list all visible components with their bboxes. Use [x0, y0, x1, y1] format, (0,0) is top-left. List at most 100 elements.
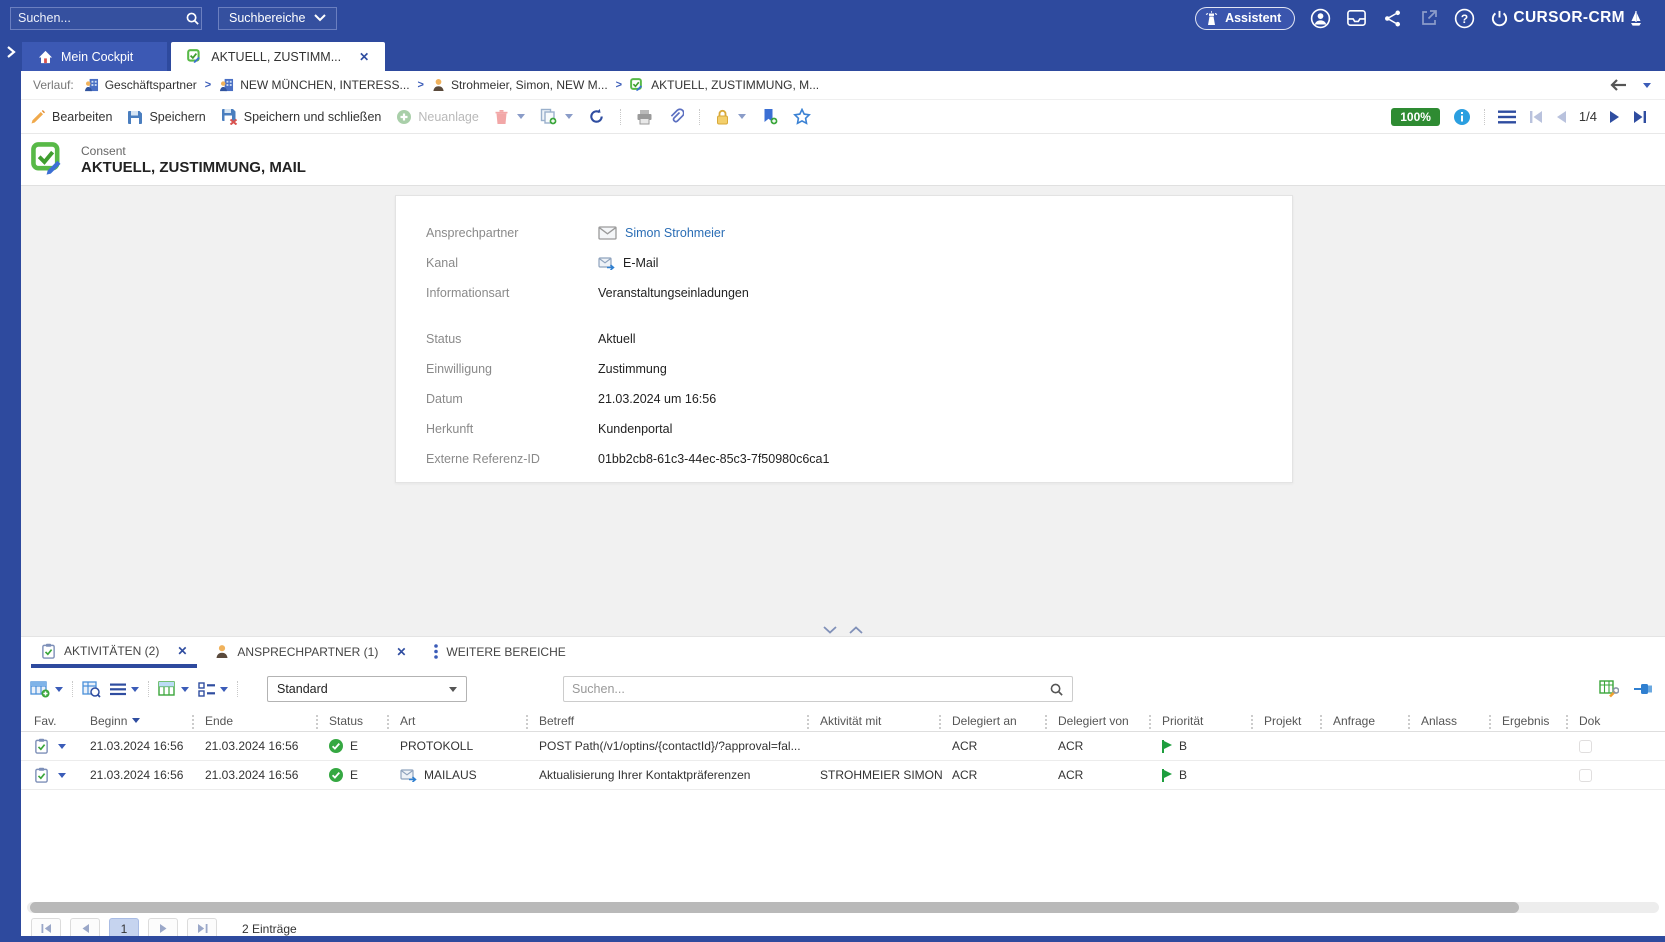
tab-weitere-bereiche[interactable]: WEITERE BEREICHE	[420, 644, 579, 668]
column-projekt[interactable]: Projekt	[1264, 714, 1333, 728]
column-aktivitaet-mit[interactable]: Aktivität mit	[820, 714, 952, 728]
close-tab-icon[interactable]: ✕	[177, 644, 187, 658]
inbox-tray-icon[interactable]	[1346, 8, 1367, 29]
speichern-und-schliessen-button[interactable]: Speichern und schließen	[221, 108, 382, 125]
grid-menu-dropdown-icon[interactable]	[131, 687, 139, 692]
layout-mode-button[interactable]	[198, 682, 228, 697]
favorite-button[interactable]	[793, 108, 811, 125]
column-dok[interactable]: Dok	[1579, 714, 1665, 728]
ansprechpartner-value[interactable]: Simon Strohmeier	[625, 226, 725, 240]
view-select[interactable]: Standard	[267, 676, 467, 702]
column-ende[interactable]: Ende	[205, 714, 329, 728]
column-status[interactable]: Status	[329, 714, 400, 728]
bearbeiten-button[interactable]: Bearbeiten	[30, 109, 112, 125]
help-icon[interactable]: ?	[1454, 8, 1475, 29]
row-actions-dropdown-icon[interactable]	[58, 773, 66, 778]
grid-settings-icon[interactable]	[1599, 680, 1619, 698]
column-art[interactable]: Art	[400, 714, 539, 728]
delegiert-an-cell: ACR	[952, 768, 1058, 782]
speichern-button[interactable]: Speichern	[127, 109, 205, 125]
bookmark-button[interactable]	[761, 108, 778, 125]
delete-dropdown-icon[interactable]	[517, 114, 525, 119]
history-dropdown-icon[interactable]	[1643, 83, 1651, 88]
tab-aktivitaeten[interactable]: AKTIVITÄTEN (2) ✕	[27, 643, 201, 668]
row-actions-dropdown-icon[interactable]	[58, 744, 66, 749]
horizontal-scrollbar[interactable]	[27, 902, 1659, 913]
activity-clipboard-icon	[34, 767, 49, 783]
dok-checkbox[interactable]	[1579, 740, 1592, 753]
info-icon[interactable]	[1453, 108, 1471, 126]
column-delegiert-an[interactable]: Delegiert an	[952, 714, 1058, 728]
fav-cell[interactable]	[34, 738, 90, 754]
data-quality-badge[interactable]: 100%	[1391, 108, 1440, 126]
breadcrumb-item-consent[interactable]: AKTUELL, ZUSTIMMUNG, M...	[630, 78, 819, 93]
fav-cell[interactable]	[34, 767, 90, 783]
search-in-grid-button[interactable]	[82, 681, 101, 698]
tab-ansprechpartner[interactable]: ANSPRECHPARTNER (1) ✕	[201, 644, 420, 668]
field-value-link[interactable]: Simon Strohmeier	[598, 226, 725, 240]
column-delegiert-von[interactable]: Delegiert von	[1058, 714, 1162, 728]
next-record-icon[interactable]	[1610, 111, 1620, 123]
global-search-input[interactable]	[18, 11, 179, 25]
beginn-cell: 21.03.2024 16:56	[90, 739, 205, 753]
view-select-value: Standard	[277, 682, 328, 696]
search-icon[interactable]	[1049, 682, 1064, 697]
view-mode-dropdown-icon[interactable]	[181, 687, 189, 692]
column-betreff[interactable]: Betreff	[539, 714, 820, 728]
copy-dropdown-icon[interactable]	[565, 114, 573, 119]
new-activity-dropdown-icon[interactable]	[55, 687, 63, 692]
column-prioritaet[interactable]: Priorität	[1162, 714, 1264, 728]
close-tab-icon[interactable]: ✕	[396, 645, 406, 659]
first-record-icon[interactable]	[1529, 111, 1543, 123]
collapse-down-icon[interactable]	[823, 626, 837, 634]
aktivitaet-mit-cell: STROHMEIER SIMON	[820, 768, 952, 782]
assistent-button[interactable]: Assistent	[1195, 7, 1295, 30]
dok-checkbox[interactable]	[1579, 769, 1592, 782]
lock-button[interactable]	[715, 109, 746, 125]
suchbereiche-dropdown[interactable]: Suchbereiche	[218, 7, 337, 30]
refresh-button[interactable]	[588, 108, 605, 125]
breadcrumb-item-geschaeftspartner[interactable]: Geschäftspartner	[84, 78, 197, 92]
tab-consent-record[interactable]: AKTUELL, ZUSTIMM... ✕	[171, 42, 385, 71]
lock-dropdown-icon[interactable]	[738, 114, 746, 119]
copy-button[interactable]	[540, 108, 573, 125]
menu-icon[interactable]	[1498, 110, 1516, 124]
scrollbar-thumb[interactable]	[30, 902, 1519, 913]
home-icon	[38, 50, 53, 64]
breadcrumb-item-account[interactable]: NEW MÜNCHEN, INTERESS...	[219, 78, 409, 92]
new-activity-button[interactable]	[30, 681, 63, 698]
open-external-icon[interactable]	[1418, 8, 1439, 29]
attachment-button[interactable]	[668, 108, 684, 125]
collapsed-sidebar[interactable]	[0, 36, 21, 942]
expand-up-icon[interactable]	[849, 626, 863, 634]
neuanlage-button[interactable]: Neuanlage	[396, 109, 478, 125]
grid-menu-button[interactable]	[110, 683, 139, 696]
share-icon[interactable]	[1382, 8, 1403, 29]
panel-splitter[interactable]	[21, 623, 1665, 637]
delegiert-von-cell: ACR	[1058, 739, 1162, 753]
breadcrumb-item-contact[interactable]: Strohmeier, Simon, NEW M...	[432, 78, 608, 92]
power-icon[interactable]	[1490, 9, 1509, 28]
email-channel-icon	[598, 257, 615, 270]
delegiert-an-cell: ACR	[952, 739, 1058, 753]
layout-dropdown-icon[interactable]	[220, 687, 228, 692]
grid-search-box[interactable]	[563, 676, 1073, 702]
table-row[interactable]: 21.03.2024 16:56 21.03.2024 16:56 E PROT…	[21, 732, 1665, 761]
back-arrow-icon[interactable]	[1610, 79, 1627, 91]
expand-sidebar-icon[interactable]	[5, 45, 17, 59]
table-row[interactable]: 21.03.2024 16:56 21.03.2024 16:56 E MAIL…	[21, 761, 1665, 790]
search-icon[interactable]	[185, 8, 200, 29]
column-beginn[interactable]: Beginn	[90, 714, 205, 728]
tab-mein-cockpit[interactable]: Mein Cockpit	[22, 42, 167, 71]
pin-icon[interactable]	[1633, 683, 1653, 695]
print-button[interactable]	[636, 109, 653, 125]
last-record-icon[interactable]	[1633, 111, 1647, 123]
previous-record-icon[interactable]	[1556, 111, 1566, 123]
global-search-box[interactable]	[10, 7, 202, 30]
grid-search-input[interactable]	[572, 682, 1043, 696]
view-mode-button[interactable]	[158, 681, 189, 697]
close-tab-icon[interactable]: ✕	[359, 50, 369, 64]
delete-button[interactable]	[494, 109, 525, 125]
column-fav[interactable]: Fav.	[34, 714, 90, 728]
user-account-icon[interactable]	[1310, 8, 1331, 29]
